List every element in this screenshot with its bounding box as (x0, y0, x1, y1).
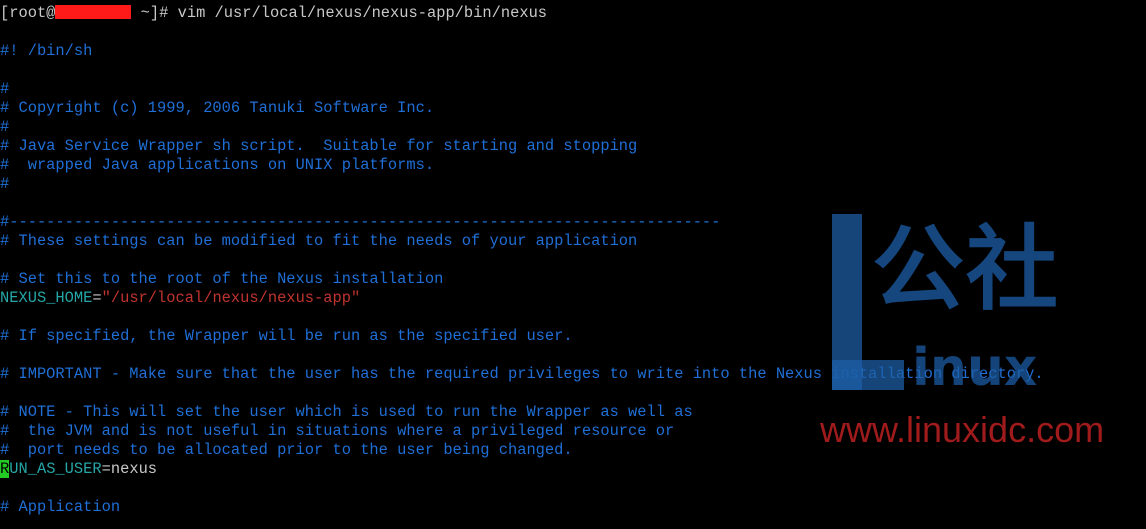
nexus-home-value: "/usr/local/nexus/nexus-app" (101, 289, 361, 307)
editor-line-blank (0, 308, 1146, 327)
editor-cursor[interactable]: R (0, 460, 10, 478)
nexus-home-variable: NEXUS_HOME (0, 289, 93, 307)
prompt-suffix: ~]# (131, 4, 178, 22)
editor-line-important-note: # IMPORTANT - Make sure that the user ha… (0, 365, 1044, 383)
run-as-user-variable: UN_AS_USER (9, 460, 102, 478)
editor-line-note: # port needs to be allocated prior to th… (0, 441, 573, 459)
run-as-user-value: nexus (110, 460, 158, 478)
nexus-home-equals: = (92, 289, 102, 307)
editor-line-blank (0, 61, 1146, 80)
editor-line-comment: # (0, 80, 10, 98)
editor-line-nexus-root-note: # Set this to the root of the Nexus inst… (0, 270, 444, 288)
editor-line-copyright: # Copyright (c) 1999, 2006 Tanuki Softwa… (0, 99, 435, 117)
shell-command: vim /usr/local/nexus/nexus-app/bin/nexus (177, 4, 548, 22)
editor-line-comment: # (0, 175, 10, 193)
editor-line-description: # Java Service Wrapper sh script. Suitab… (0, 137, 638, 155)
editor-line-blank (0, 194, 1146, 213)
editor-line-run-as-note: # If specified, the Wrapper will be run … (0, 327, 573, 345)
editor-line-description: # wrapped Java applications on UNIX plat… (0, 156, 435, 174)
shell-prompt-line: [root@ ~]# vim /usr/local/nexus/nexus-ap… (0, 4, 1146, 23)
redacted-hostname (55, 5, 132, 19)
prompt-prefix: [root@ (0, 4, 56, 22)
editor-line-blank (0, 479, 1146, 498)
editor-line-separator: #---------------------------------------… (0, 213, 721, 231)
editor-line-blank (0, 251, 1146, 270)
editor-line-note: # NOTE - This will set the user which is… (0, 403, 693, 421)
editor-line-shebang: #! /bin/sh (0, 42, 93, 60)
editor-line-blank (0, 384, 1146, 403)
editor-line-nexus-home: NEXUS_HOME="/usr/local/nexus/nexus-app" (0, 289, 1146, 308)
editor-line-settings-note: # These settings can be modified to fit … (0, 232, 638, 250)
editor-line-application: # Application (0, 498, 121, 516)
terminal-window[interactable]: [root@ ~]# vim /usr/local/nexus/nexus-ap… (0, 4, 1146, 529)
run-as-user-equals: = (101, 460, 111, 478)
editor-line-blank (0, 346, 1146, 365)
editor-line-blank (0, 23, 1146, 42)
editor-line-run-as-user: RUN_AS_USER=nexus (0, 460, 1146, 479)
editor-line-note: # the JVM and is not useful in situation… (0, 422, 675, 440)
editor-line-comment: # (0, 118, 10, 136)
